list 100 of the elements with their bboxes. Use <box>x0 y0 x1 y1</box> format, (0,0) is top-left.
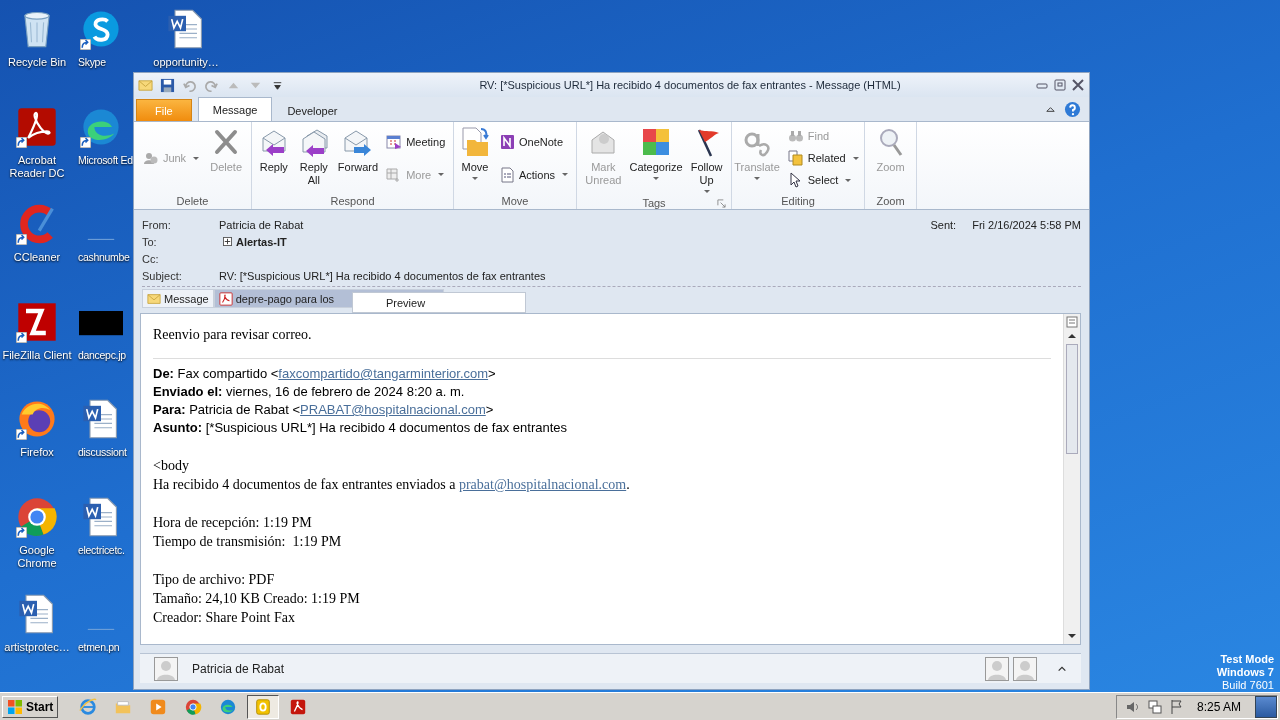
body-text: Hora de recepción: 1:19 PM <box>153 514 313 532</box>
body-text: Reenvio para revisar correo. <box>153 327 313 343</box>
dialog-launcher-icon[interactable] <box>717 198 726 208</box>
ribbon-group-label: Tags <box>642 197 666 209</box>
folder-icon <box>114 698 133 716</box>
ribbon-button[interactable]: OneNote <box>496 131 574 152</box>
mail-app-icon <box>254 698 273 716</box>
browser-icon <box>184 698 203 716</box>
ribbon-button[interactable]: Reply <box>255 125 292 175</box>
browser-icon <box>219 698 238 716</box>
note-icon <box>498 133 515 150</box>
body-text: Ha recibido 4 documentos de fax entrantes enviados a prabat@hospitalnacional.com. <box>153 476 631 494</box>
ribbon-button[interactable]: Meeting <box>384 131 450 152</box>
save-icon[interactable] <box>160 77 175 93</box>
ribbon-group-label: Zoom <box>876 195 905 207</box>
desktop-icon-label[interactable]: opportunity… <box>153 56 219 69</box>
windows-logo-icon <box>7 699 23 715</box>
avatar-icon[interactable] <box>1013 656 1037 681</box>
ribbon-button[interactable]: Select <box>785 170 864 190</box>
ribbon-button[interactable]: Actions <box>496 164 574 185</box>
speaker-icon[interactable] <box>1124 699 1141 715</box>
ribbon-group-label: Editing <box>781 195 815 207</box>
maximize-icon[interactable] <box>1053 79 1067 91</box>
desktop-icon-label[interactable]: CCleaner <box>13 251 61 264</box>
ribbon-group-label: Respond <box>330 195 375 207</box>
desktop-icon-label[interactable]: Recycle Bin <box>7 56 67 69</box>
desktop-icon-label[interactable]: Skype <box>78 56 106 69</box>
desktop-icon-label[interactable]: discussiont <box>78 446 127 459</box>
flag-icon[interactable] <box>1168 699 1185 715</box>
close-icon[interactable] <box>1071 79 1085 91</box>
body-text: Tiempo de transmisión: 1:19 PM <box>153 533 343 551</box>
clock[interactable]: 8:25 AM <box>1196 700 1241 714</box>
email-link[interactable]: PRABAT@hospitalnacional.com <box>300 402 486 417</box>
people-icon <box>142 150 159 166</box>
ribbon-group-label: Move <box>501 195 529 207</box>
shortcut-arrow-icon <box>16 136 27 148</box>
shortcut-arrow-icon <box>16 331 27 343</box>
ribbon-tab[interactable]: Developer <box>272 99 353 121</box>
documents-icon <box>787 150 804 166</box>
ribbon-button[interactable]: Related <box>785 148 864 168</box>
system-watermark-text: Windows 7 <box>1216 666 1274 679</box>
pdf-icon <box>289 698 308 716</box>
calendar-icon <box>386 133 403 150</box>
ribbon-tab[interactable]: Message <box>197 97 273 121</box>
desktop-icon-label[interactable]: Firefox <box>20 446 54 459</box>
forward-header-line: Para: Patricia de Rabat <PRABAT@hospitalnacional.com> <box>153 401 495 419</box>
body-text: Tipo de archivo: PDF <box>153 571 276 589</box>
envelope-icon <box>147 291 161 306</box>
body-text: <body <box>153 457 190 475</box>
email-link[interactable]: faxcompartido@tangarminterior.com <box>278 366 489 381</box>
subject-text: RV: [*Suspicious URL*] Ha recibido 4 documentos de fax entrantes <box>219 269 546 282</box>
shortcut-arrow-icon <box>80 39 91 50</box>
desktop-icon-label[interactable]: dancepc.jp <box>78 348 126 362</box>
body-text: Tamaño: 24,10 KB Creado: 1:19 PM <box>153 590 361 608</box>
desktop-icon-label[interactable]: artistprotec… <box>4 641 70 654</box>
pdf-icon <box>218 291 233 306</box>
field-label: Cc: <box>142 252 160 265</box>
binoculars-icon <box>787 128 804 144</box>
avatar-icon[interactable] <box>985 656 1009 681</box>
forward-header-line: Enviado el: viernes, 16 de febrero de 2024 8:20 a. m. <box>153 383 466 401</box>
ribbon-button[interactable]: Categorize <box>627 125 685 184</box>
shortcut-arrow-icon <box>16 526 27 538</box>
help-icon[interactable] <box>1064 101 1081 118</box>
scroll-thumb[interactable] <box>1066 344 1078 454</box>
body-text: Creador: Share Point Fax <box>153 609 296 627</box>
ribbon-button[interactable]: Forward <box>335 125 381 175</box>
field-label: From: <box>142 218 172 231</box>
ribbon-button[interactable]: Reply All <box>295 125 332 188</box>
desktop-icon-label[interactable]: Microsoft Ed <box>78 153 133 167</box>
avatar-icon[interactable] <box>154 656 178 681</box>
window-title: RV: [*Suspicious URL*] Ha recibido 4 documentos de fax entrantes - Message (HTML) <box>478 79 902 91</box>
show-desktop-button[interactable] <box>1255 696 1277 718</box>
sender-name[interactable]: Patricia de Rabat <box>219 218 304 231</box>
forward-header-line: Asunto: [*Suspicious URL*] Ha recibido 4 documentos de fax entrantes <box>153 419 569 437</box>
desktop-icon-label[interactable]: etmen.pn <box>78 641 120 654</box>
ribbon-button[interactable]: Follow Up <box>688 125 725 197</box>
menu-item[interactable]: Preview <box>386 296 426 309</box>
document-icon <box>498 166 515 183</box>
sent-date: Fri 2/16/2024 5:58 PM <box>972 218 1081 231</box>
desktop-icon-label[interactable]: Google Chrome <box>1 543 73 570</box>
desktop-icon-label[interactable]: Acrobat Reader DC <box>1 153 73 180</box>
desktop-icon-label[interactable]: FileZilla Client <box>2 348 72 362</box>
play-icon <box>149 698 168 716</box>
system-watermark-text: Build 7601 <box>1222 679 1274 692</box>
expand-icon[interactable] <box>223 237 232 246</box>
network-icon[interactable] <box>1146 699 1163 715</box>
field-label: Subject: <box>142 269 183 282</box>
desktop-icon-label[interactable]: electricetc. <box>78 543 125 557</box>
taskbar-app-button[interactable] <box>247 695 280 719</box>
forward-header-line: De: Fax compartido <faxcompartido@tangarminterior.com> <box>153 365 497 383</box>
contact-name[interactable]: Patricia de Rabat <box>192 661 285 676</box>
collapse-ribbon-icon[interactable] <box>1045 104 1056 115</box>
scrollbar[interactable] <box>1063 314 1080 644</box>
desktop-icon-label[interactable]: cashnumbe <box>78 251 130 264</box>
ribbon-button[interactable]: Move <box>456 125 493 184</box>
attachment-tab[interactable]: Message <box>142 289 214 308</box>
field-label: To: <box>142 235 158 248</box>
system-watermark-text: Test Mode <box>1220 653 1274 666</box>
recipient-name[interactable]: Alertas-IT <box>236 235 287 248</box>
start-button[interactable]: Start <box>2 696 59 718</box>
